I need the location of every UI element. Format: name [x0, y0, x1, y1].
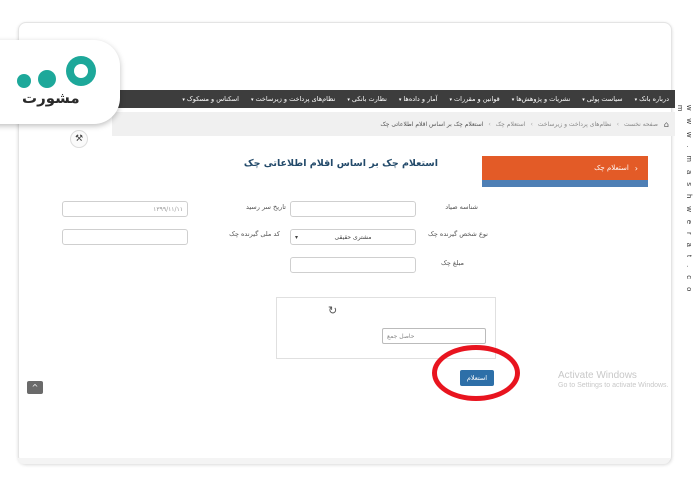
logo-text: مشورت: [22, 89, 80, 107]
main-navbar: درباره بانک▾ سیاست پولی▾ نشریات و پژوهش‌…: [112, 90, 675, 108]
nav-item-label: درباره بانک: [639, 95, 669, 103]
home-icon[interactable]: ⌂: [664, 120, 669, 129]
due-date-placeholder: ۱۳۹۹/۱۱/۱۱: [153, 205, 183, 213]
logo-dot-medium: [38, 70, 56, 88]
national-id-input[interactable]: [62, 229, 188, 245]
refresh-icon[interactable]: ↻: [328, 304, 337, 317]
caret-down-icon: ▾: [582, 97, 585, 103]
caret-down-icon: ▾: [634, 97, 638, 103]
nav-item-label: نظارت بانکی: [351, 95, 387, 103]
nav-item-statistics[interactable]: آمار و داده‌ها▾: [393, 95, 444, 103]
receiver-type-select[interactable]: ▾ مشتری حقیقی: [290, 229, 416, 245]
nav-item-supervision[interactable]: نظارت بانکی▾: [341, 95, 393, 103]
nav-item-banknotes[interactable]: اسکناس و مسکوک▾: [176, 95, 245, 103]
site-url: w w w . m a s h w e r a t . c o m: [676, 105, 694, 295]
nav-item-label: نشریات و پژوهش‌ها: [516, 95, 571, 103]
nav-item-label: نظام‌های پرداخت و زیرساخت: [255, 95, 336, 103]
logo-dot-small: [17, 74, 31, 88]
receiver-type-label: نوع شخص گیرنده چک: [428, 230, 488, 238]
captcha-placeholder: حاصل جمع: [387, 332, 415, 340]
caret-down-icon: ▾: [250, 97, 254, 103]
national-id-label: کد ملی گیرنده چک: [229, 230, 280, 238]
breadcrumb-item-home[interactable]: صفحه نخست: [624, 121, 658, 128]
captcha-input[interactable]: حاصل جمع: [382, 328, 486, 344]
chevron-down-icon: ▾: [295, 233, 299, 241]
breadcrumb-item-payment[interactable]: نظام‌های پرداخت و زیرساخت: [538, 121, 612, 128]
watermark-subtitle: Go to Settings to activate Windows.: [558, 381, 669, 389]
caret-down-icon: ▾: [398, 97, 402, 103]
breadcrumb-separator: ›: [616, 120, 619, 128]
nav-item-label: قوانین و مقررات: [454, 95, 500, 103]
nav-item-payment-systems[interactable]: نظام‌های پرداخت و زیرساخت▾: [245, 95, 341, 103]
caret-down-icon: ▾: [511, 97, 515, 103]
nav-item-label: آمار و داده‌ها: [403, 95, 438, 103]
sayad-id-label: شناسه صیاد: [445, 203, 478, 211]
page-title: استعلام چک بر اساس اقلام اطلاعاتی چک: [243, 158, 438, 169]
sayad-id-input[interactable]: [290, 201, 416, 217]
sidebar-item-label: استعلام چک: [594, 164, 629, 172]
submit-button[interactable]: استعلام: [460, 370, 494, 386]
logo-dot-hole: [74, 64, 88, 78]
frame-bottom-edge: [18, 458, 670, 464]
nav-item-publications[interactable]: نشریات و پژوهش‌ها▾: [506, 95, 577, 103]
breadcrumb-separator: ›: [488, 120, 491, 128]
scroll-top-button[interactable]: ^: [27, 381, 43, 394]
watermark-title: Activate Windows: [558, 370, 637, 381]
nav-item-about[interactable]: درباره بانک▾: [629, 95, 675, 103]
caret-down-icon: ▾: [182, 97, 185, 103]
breadcrumb-item-current: استعلام چک بر اساس اقلام اطلاعاتی چک: [380, 120, 484, 128]
caret-down-icon: ▾: [449, 97, 453, 103]
amount-input[interactable]: [290, 257, 416, 273]
caret-down-icon: ▾: [347, 97, 350, 103]
receiver-type-value: مشتری حقیقی: [334, 233, 372, 241]
sidebar-item-bar[interactable]: [482, 180, 648, 187]
nav-item-label: اسکناس و مسکوک: [186, 95, 239, 103]
amount-label: مبلغ چک: [441, 259, 464, 267]
logo-dot-large: [66, 56, 96, 86]
breadcrumb: ⌂ صفحه نخست › نظام‌های پرداخت و زیرساخت …: [112, 112, 675, 136]
chevron-left-icon: ‹: [634, 163, 638, 173]
sidebar-item-cheque-inquiry[interactable]: ‹ استعلام چک: [482, 156, 648, 180]
breadcrumb-separator: ›: [530, 120, 533, 128]
breadcrumb-item-cheque[interactable]: استعلام چک: [496, 121, 526, 128]
activation-watermark: Activate Windows Go to Settings to activ…: [558, 370, 669, 390]
due-date-label: تاریخ سر رسید: [245, 203, 286, 211]
nav-item-label: سیاست پولی: [586, 95, 623, 103]
nav-item-laws[interactable]: قوانین و مقررات▾: [444, 95, 506, 103]
tools-icon[interactable]: ⚒: [70, 130, 88, 148]
nav-item-monetary-policy[interactable]: سیاست پولی▾: [576, 95, 628, 103]
due-date-input[interactable]: ۱۳۹۹/۱۱/۱۱: [62, 201, 188, 217]
